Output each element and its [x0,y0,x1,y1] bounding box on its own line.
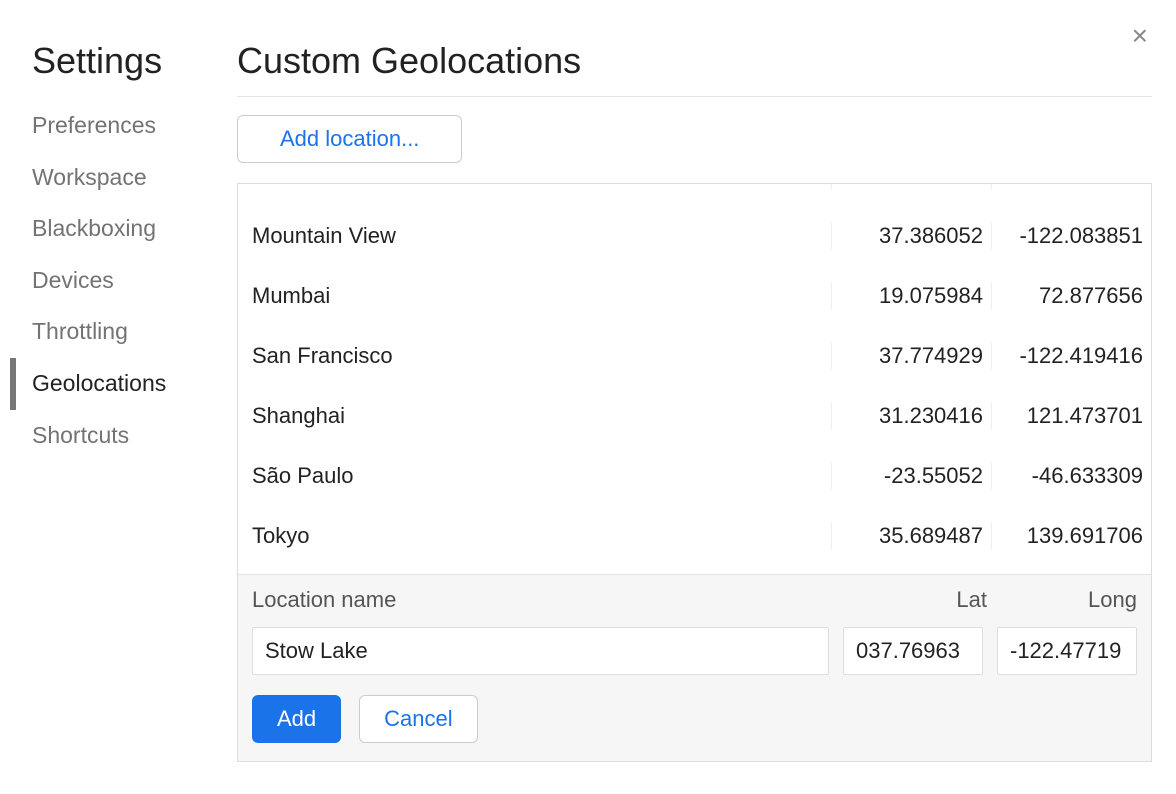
page-title: Custom Geolocations [237,40,1152,97]
main-panel: Custom Geolocations Add location... Mosc… [225,24,1176,794]
location-name: Moscow [238,184,831,189]
location-long: 72.877656 [991,283,1151,309]
locations-panel: Moscow55.75582637.6173Mountain View37.38… [237,183,1152,762]
add-button[interactable]: Add [252,695,341,743]
location-long: 37.6173 [991,184,1151,189]
sidebar-item-blackboxing[interactable]: Blackboxing [10,203,225,255]
location-name-input[interactable] [252,627,829,675]
close-icon[interactable]: × [1132,22,1148,50]
sidebar-item-preferences[interactable]: Preferences [10,100,225,152]
location-lat: 31.230416 [831,403,991,429]
editor-header-long: Long [987,587,1137,613]
toolbar: Add location... [237,115,1152,163]
location-lat: 37.386052 [831,223,991,249]
sidebar-title: Settings [32,40,225,82]
sidebar-item-workspace[interactable]: Workspace [10,152,225,204]
location-name: San Francisco [238,343,831,369]
location-lat: 37.774929 [831,343,991,369]
location-long: 139.691706 [991,523,1151,549]
locations-list[interactable]: Moscow55.75582637.6173Mountain View37.38… [238,184,1151,574]
sidebar-item-shortcuts[interactable]: Shortcuts [10,410,225,462]
location-lat: 35.689487 [831,523,991,549]
editor-header-lat: Lat [837,587,987,613]
table-row[interactable]: Mumbai19.07598472.877656 [238,266,1151,326]
location-lat: 55.755826 [831,184,991,189]
add-location-button[interactable]: Add location... [237,115,462,163]
table-row[interactable]: Shanghai31.230416121.473701 [238,386,1151,446]
location-name: Mountain View [238,223,831,249]
table-row[interactable]: Moscow55.75582637.6173 [238,184,1151,206]
location-long-input[interactable] [997,627,1137,675]
sidebar-item-geolocations[interactable]: Geolocations [10,358,225,410]
location-name: Mumbai [238,283,831,309]
table-row[interactable]: São Paulo-23.55052-46.633309 [238,446,1151,506]
editor-header-name: Location name [252,587,837,613]
location-editor: Location name Lat Long Add Cancel [238,574,1151,761]
table-row[interactable]: Mountain View37.386052-122.083851 [238,206,1151,266]
location-name: Tokyo [238,523,831,549]
location-lat: 19.075984 [831,283,991,309]
location-long: -122.419416 [991,343,1151,369]
sidebar-item-throttling[interactable]: Throttling [10,306,225,358]
location-name: Shanghai [238,403,831,429]
cancel-button[interactable]: Cancel [359,695,477,743]
settings-sidebar: Settings PreferencesWorkspaceBlackboxing… [0,24,225,794]
table-row[interactable]: San Francisco37.774929-122.419416 [238,326,1151,386]
location-lat: -23.55052 [831,463,991,489]
sidebar-item-devices[interactable]: Devices [10,255,225,307]
location-name: São Paulo [238,463,831,489]
location-long: 121.473701 [991,403,1151,429]
location-long: -122.083851 [991,223,1151,249]
location-lat-input[interactable] [843,627,983,675]
location-long: -46.633309 [991,463,1151,489]
table-row[interactable]: Tokyo35.689487139.691706 [238,506,1151,566]
